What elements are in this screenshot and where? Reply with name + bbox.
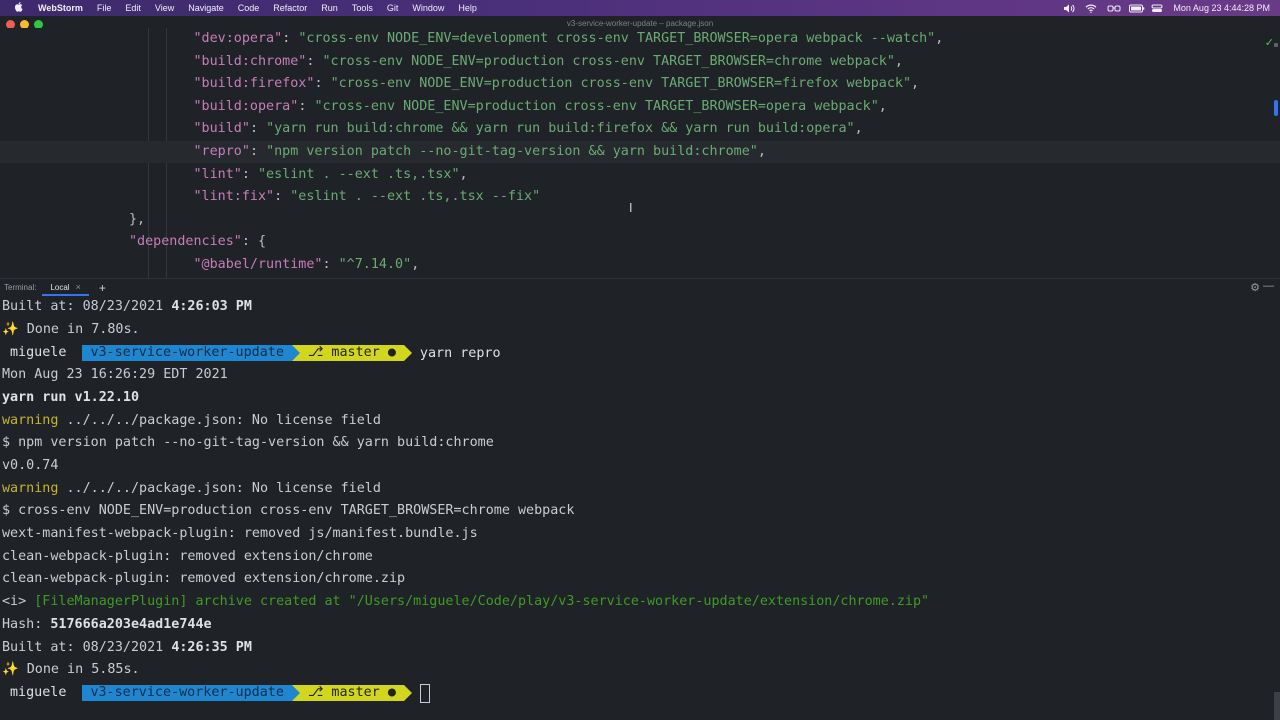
volume-icon[interactable] — [1063, 4, 1075, 13]
code-line[interactable]: "dev:opera": "cross-env NODE_ENV=develop… — [0, 28, 1280, 50]
terminal-line: yarn run v1.22.10 — [2, 389, 140, 405]
terminal-line: ✨ Done in 7.80s. — [2, 321, 140, 337]
code-line[interactable]: "build:firefox": "cross-env NODE_ENV=pro… — [0, 73, 1280, 95]
sparkles-icon: ✨ — [2, 662, 19, 678]
code-editor[interactable]: "dev:opera": "cross-env NODE_ENV=develop… — [0, 28, 1280, 278]
code-line[interactable]: "build:chrome": "cross-env NODE_ENV=prod… — [0, 51, 1280, 73]
menu-navigate[interactable]: Navigate — [188, 3, 224, 13]
terminal-line: wext-manifest-webpack-plugin: removed js… — [2, 526, 478, 541]
menu-file[interactable]: File — [97, 3, 112, 13]
terminal-line: Built at: 08/23/2021 4:26:35 PM — [2, 639, 252, 655]
code-line[interactable]: }, — [0, 209, 1280, 231]
menu-app-name[interactable]: WebStorm — [38, 3, 83, 13]
new-terminal-tab-button[interactable]: + — [99, 281, 106, 295]
terminal-cursor[interactable] — [419, 683, 430, 703]
code-line[interactable]: "@babel/runtime": "^7.14.0", — [0, 254, 1280, 276]
prompt-user: miguele — [2, 685, 75, 701]
control-center-icon[interactable] — [1151, 4, 1163, 13]
wifi-icon[interactable] — [1085, 4, 1097, 13]
code-line[interactable]: "dependencies": { — [0, 231, 1280, 253]
prompt-directory: v3-service-worker-update — [82, 345, 292, 361]
menu-git[interactable]: Git — [387, 3, 399, 13]
sparkles-icon: ✨ — [2, 321, 19, 337]
tab-local[interactable]: Local × — [42, 279, 89, 296]
battery-icon[interactable] — [1129, 4, 1145, 13]
window-title: v3-service-worker-update – package.json — [566, 19, 714, 28]
terminal-line: clean-webpack-plugin: removed extension/… — [2, 548, 373, 564]
menu-help[interactable]: Help — [458, 3, 477, 13]
menu-refactor[interactable]: Refactor — [273, 3, 307, 13]
terminal-line: ✨ Done in 5.85s. — [2, 662, 140, 678]
prompt-directory: v3-service-worker-update — [82, 685, 292, 701]
code-line[interactable]: "build": "yarn run build:chrome && yarn … — [0, 118, 1280, 140]
terminal-line: v0.0.74 — [2, 457, 59, 473]
powerline-separator — [74, 345, 83, 361]
no-problems-check-icon[interactable]: ✓ — [1265, 36, 1274, 49]
terminal-line: clean-webpack-plugin: removed extension/… — [2, 571, 406, 587]
powerline-separator — [74, 685, 83, 701]
terminal-output[interactable]: Built at: 08/23/2021 4:26:03 PM ✨ Done i… — [0, 296, 1280, 720]
code-line[interactable]: "lint:fix": "eslint . --ext .ts,.tsx --f… — [0, 186, 1280, 208]
terminal-label: Terminal: — [4, 283, 37, 292]
menu-run[interactable]: Run — [321, 3, 338, 13]
shell-prompt: miguele v3-service-worker-update ⎇ maste… — [2, 345, 501, 361]
terminal-line: Hash: 517666a203e4ad1e744e — [2, 616, 212, 632]
close-tab-icon[interactable]: × — [76, 282, 81, 292]
typed-command: yarn repro — [419, 345, 501, 361]
terminal-line: $ npm version patch --no-git-tag-version… — [2, 435, 494, 451]
powerline-separator — [291, 345, 300, 361]
menubar-clock[interactable]: Mon Aug 23 4:44:28 PM — [1173, 3, 1270, 13]
terminal-tool-window-header: Terminal: Local × + ⚙ — — [0, 278, 1280, 296]
terminal-line: warning ../../../package.json: No licens… — [2, 412, 381, 428]
apple-menu-icon[interactable] — [12, 1, 26, 15]
prompt-git-branch: ⎇ master ● — [299, 685, 404, 701]
scrollbar-marker — [1274, 43, 1278, 47]
menu-window[interactable]: Window — [412, 3, 444, 13]
terminal-line: $ cross-env NODE_ENV=production cross-en… — [2, 503, 575, 519]
terminal-line: Built at: 08/23/2021 4:26:03 PM — [2, 299, 252, 314]
scrollbar-thumb[interactable] — [1274, 100, 1278, 116]
menu-edit[interactable]: Edit — [125, 3, 141, 13]
terminal-line: <i> [FileManagerPlugin] archive created … — [2, 594, 930, 610]
prompt-git-branch: ⎇ master ● — [299, 345, 404, 361]
powerline-separator — [403, 345, 412, 361]
shell-prompt-active[interactable]: miguele v3-service-worker-update ⎇ maste… — [2, 683, 430, 703]
prompt-user: miguele — [2, 345, 75, 361]
gear-icon[interactable]: ⚙ — [1250, 281, 1260, 294]
code-line-current[interactable]: "repro": "npm version patch --no-git-tag… — [0, 141, 1280, 163]
menu-view[interactable]: View — [155, 3, 174, 13]
glasses-icon[interactable] — [1107, 4, 1121, 13]
terminal-line: Mon Aug 23 16:26:29 EDT 2021 — [2, 367, 228, 383]
powerline-separator — [403, 685, 412, 701]
code-line[interactable]: "lint": "eslint . --ext .ts,.tsx", — [0, 164, 1280, 186]
menu-tools[interactable]: Tools — [352, 3, 373, 13]
tab-local-label: Local — [50, 283, 70, 292]
hide-panel-icon[interactable]: — — [1263, 280, 1274, 292]
terminal-scrollbar-thumb[interactable] — [1274, 692, 1280, 720]
menu-code[interactable]: Code — [238, 3, 260, 13]
text-cursor-icon: I — [629, 201, 633, 215]
powerline-separator — [291, 685, 300, 701]
code-line[interactable]: "build:opera": "cross-env NODE_ENV=produ… — [0, 96, 1280, 118]
macos-menu-bar: WebStorm File Edit View Navigate Code Re… — [0, 0, 1280, 16]
terminal-line: warning ../../../package.json: No licens… — [2, 480, 381, 496]
